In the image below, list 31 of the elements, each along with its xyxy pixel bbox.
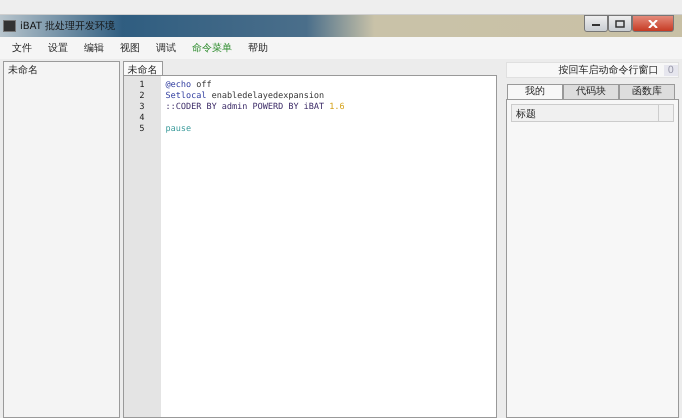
close-button[interactable] xyxy=(632,15,674,32)
menu-item[interactable]: 帮助 xyxy=(240,39,276,57)
menu-item[interactable]: 命令菜单 xyxy=(184,39,240,57)
file-name[interactable]: 未命名 xyxy=(8,65,38,76)
code-line: pause xyxy=(166,124,192,135)
app-icon xyxy=(3,20,16,32)
menu-item[interactable]: 文件 xyxy=(4,39,40,57)
code-line: @echo off xyxy=(166,80,213,91)
maximize-icon xyxy=(615,20,625,28)
code-line: Setlocal enabledelayedexpansion xyxy=(166,91,326,102)
panel-tab[interactable]: 我的 xyxy=(506,84,563,99)
code-line: ::CODER BY admin POWERD BY iBAT 1.6 xyxy=(166,102,345,113)
panel-tab[interactable]: 代码块 xyxy=(562,84,619,99)
minimize-button[interactable] xyxy=(584,15,608,32)
line-number: 2 xyxy=(138,91,146,102)
line-number: 3 xyxy=(138,102,146,113)
menu-item[interactable]: 视图 xyxy=(112,39,148,57)
editor-tab[interactable]: 未命名 xyxy=(122,61,163,75)
window-title: iBAT 批处理开发环境 xyxy=(20,20,115,33)
menu-item[interactable]: 设置 xyxy=(40,39,76,57)
line-number: 5 xyxy=(138,124,146,135)
hint-text: 按回车启动命令行窗口 xyxy=(558,64,659,77)
line-number: 4 xyxy=(138,113,146,124)
panel-tab[interactable]: 函数库 xyxy=(618,84,675,99)
menu-item[interactable]: 编辑 xyxy=(76,39,112,57)
menu-item[interactable]: 调试 xyxy=(148,39,184,57)
close-icon xyxy=(648,20,658,28)
code-editor[interactable]: 1 2 3 4 5 @echo off Setlocal enabledelayedexpansion ::CODER BY admin POWERD BY iBAT 1.6 pause xyxy=(122,75,497,418)
count-badge: 0 xyxy=(664,64,678,76)
line-number: 1 xyxy=(138,80,146,91)
maximize-button[interactable] xyxy=(608,15,632,32)
